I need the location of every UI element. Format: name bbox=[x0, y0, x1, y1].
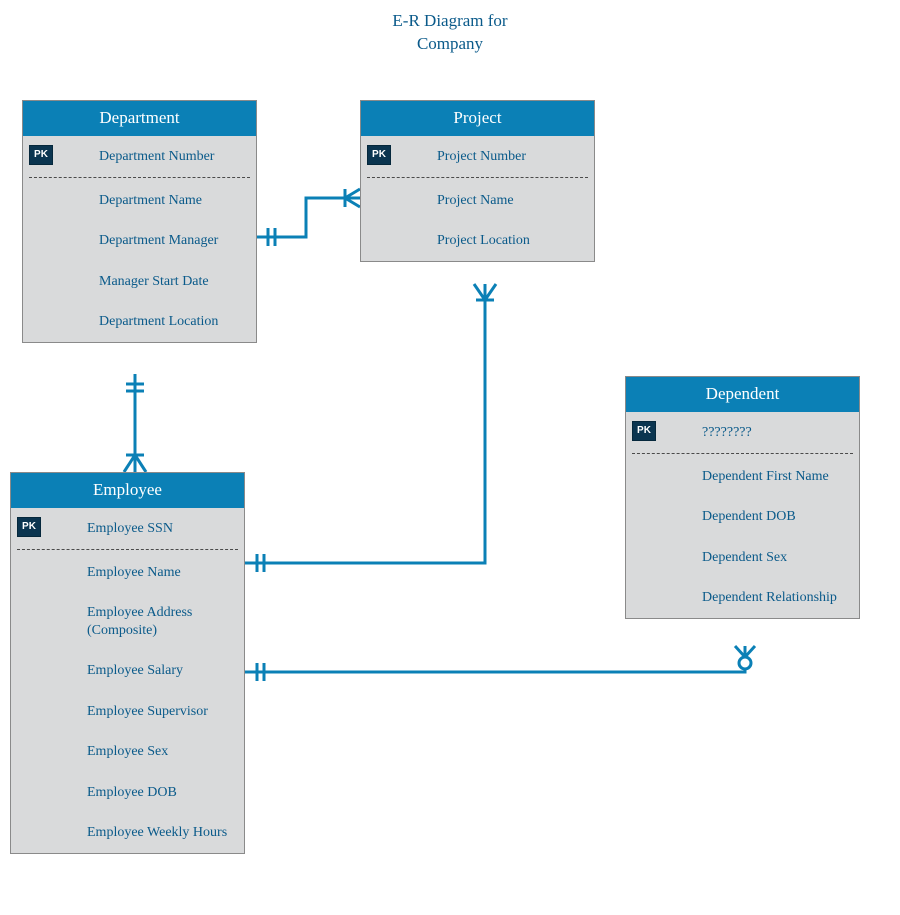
attr-employee-salary: Employee Salary bbox=[11, 650, 244, 691]
attr-label: ???????? bbox=[702, 425, 752, 440]
entity-project: Project PK Project Number Project Name P… bbox=[360, 100, 595, 262]
attr-employee-address: Employee Address (Composite) bbox=[11, 592, 244, 650]
pk-badge: PK bbox=[632, 421, 656, 441]
entity-employee-header: Employee bbox=[11, 473, 244, 508]
pk-badge: PK bbox=[367, 145, 391, 165]
entity-employee: Employee PK Employee SSN Employee Name E… bbox=[10, 472, 245, 854]
entity-dependent: Dependent PK ???????? Dependent First Na… bbox=[625, 376, 860, 619]
attr-employee-ssn: PK Employee SSN bbox=[11, 508, 244, 549]
pk-divider bbox=[29, 177, 250, 178]
attr-project-number: PK Project Number bbox=[361, 136, 594, 177]
er-diagram-canvas: E-R Diagram for Company bbox=[0, 0, 900, 915]
pk-badge: PK bbox=[17, 517, 41, 537]
rel-department-employee bbox=[124, 374, 146, 472]
attr-dependent-dob: Dependent DOB bbox=[626, 496, 859, 537]
attr-dependent-pk: PK ???????? bbox=[626, 412, 859, 453]
attr-employee-sex: Employee Sex bbox=[11, 731, 244, 772]
attr-employee-weekly-hours: Employee Weekly Hours bbox=[11, 812, 244, 853]
attr-department-manager: Department Manager bbox=[23, 220, 256, 261]
diagram-title: E-R Diagram for Company bbox=[0, 10, 900, 56]
attr-dependent-first-name: Dependent First Name bbox=[626, 456, 859, 497]
attr-project-location: Project Location bbox=[361, 220, 594, 261]
entity-department-header: Department bbox=[23, 101, 256, 136]
entity-department: Department PK Department Number Departme… bbox=[22, 100, 257, 343]
title-line1: E-R Diagram for bbox=[392, 11, 507, 30]
pk-divider bbox=[632, 453, 853, 454]
title-line2: Company bbox=[417, 34, 483, 53]
pk-divider bbox=[17, 549, 238, 550]
rel-employee-project bbox=[245, 284, 496, 572]
attr-department-name: Department Name bbox=[23, 180, 256, 221]
entity-dependent-header: Dependent bbox=[626, 377, 859, 412]
attr-employee-name: Employee Name bbox=[11, 552, 244, 593]
attr-employee-dob: Employee DOB bbox=[11, 772, 244, 813]
attr-label: Project Number bbox=[437, 149, 526, 164]
pk-divider bbox=[367, 177, 588, 178]
attr-dependent-sex: Dependent Sex bbox=[626, 537, 859, 578]
attr-label: Employee SSN bbox=[87, 521, 173, 536]
attr-dependent-relationship: Dependent Relationship bbox=[626, 577, 859, 618]
rel-department-project bbox=[257, 189, 360, 246]
attr-label: Department Number bbox=[99, 149, 214, 164]
attr-employee-supervisor: Employee Supervisor bbox=[11, 691, 244, 732]
pk-badge: PK bbox=[29, 145, 53, 165]
rel-employee-dependent bbox=[245, 646, 755, 681]
attr-project-name: Project Name bbox=[361, 180, 594, 221]
attr-manager-start-date: Manager Start Date bbox=[23, 261, 256, 302]
attr-department-location: Department Location bbox=[23, 301, 256, 342]
entity-project-header: Project bbox=[361, 101, 594, 136]
attr-department-number: PK Department Number bbox=[23, 136, 256, 177]
